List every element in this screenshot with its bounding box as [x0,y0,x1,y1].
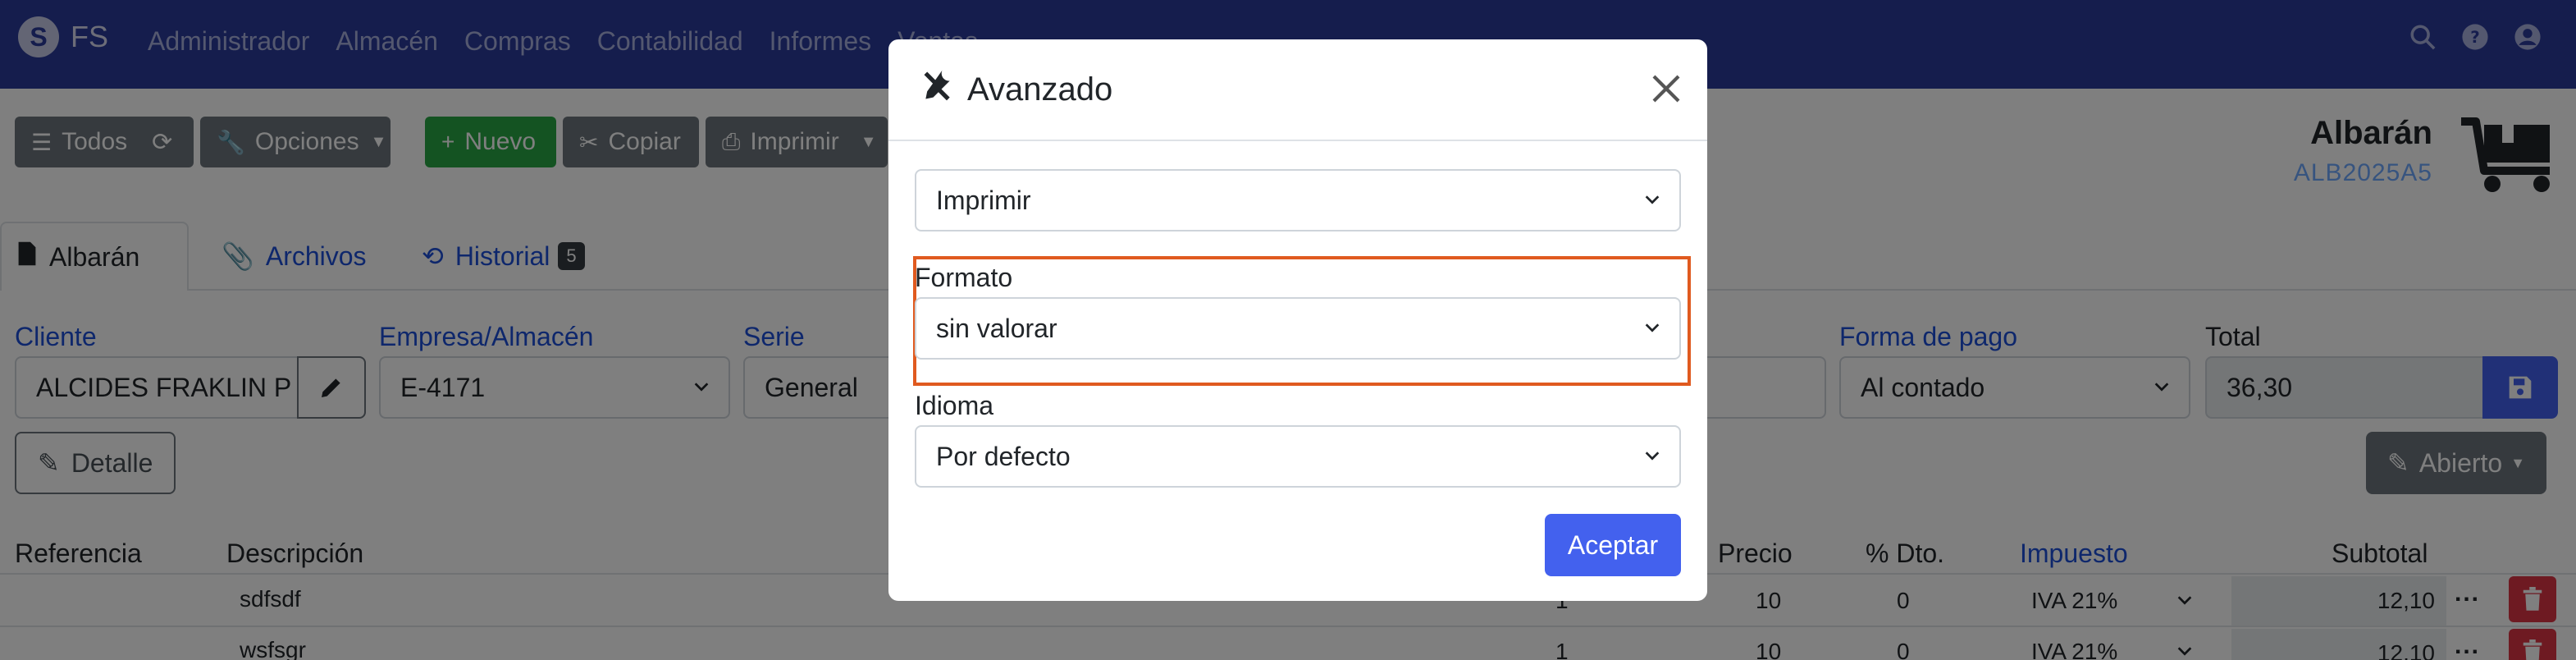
modal-title-text: Avanzado [967,71,1113,108]
idioma-label: Idioma [915,391,994,420]
tools-icon [920,67,956,112]
formato-label: Formato [915,263,1013,292]
action-select[interactable]: Imprimir [915,169,1681,231]
chevron-down-icon [1645,323,1660,332]
action-value: Imprimir [936,185,1031,215]
chevron-down-icon [1645,195,1660,204]
chevron-down-icon [1645,451,1660,461]
advanced-modal: Avanzado Imprimir Formato sin valorar Id… [888,39,1707,601]
close-icon[interactable] [1650,72,1683,105]
modal-title: Avanzado [920,67,1112,112]
idioma-value: Por defecto [936,441,1071,471]
accept-button[interactable]: Aceptar [1545,514,1681,576]
modal-header: Avanzado [888,39,1707,141]
formato-value: sin valorar [936,313,1057,343]
formato-select[interactable]: sin valorar [915,297,1681,360]
idioma-select[interactable]: Por defecto [915,425,1681,488]
